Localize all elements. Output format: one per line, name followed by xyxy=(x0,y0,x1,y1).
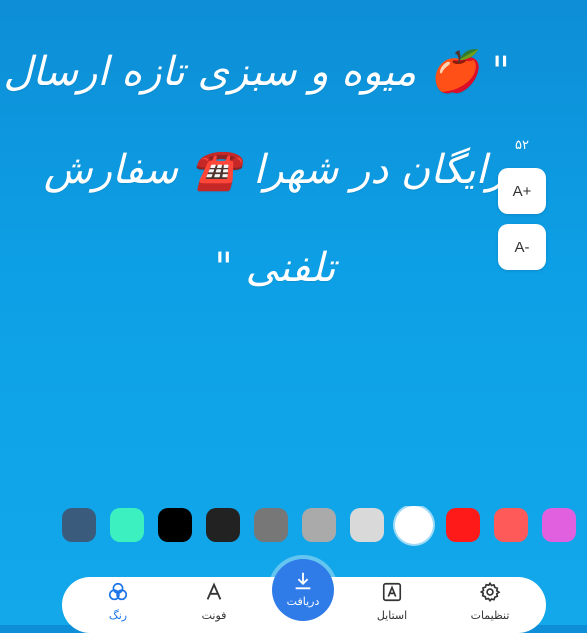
download-button[interactable]: دریافت xyxy=(272,559,334,621)
headline-line-3: تلفنی " xyxy=(214,245,336,291)
nav-color[interactable]: رنگ xyxy=(78,581,158,623)
nav-settings[interactable]: تنظیمات xyxy=(450,581,530,623)
nav-font[interactable]: فونت xyxy=(174,581,254,623)
headline-text[interactable]: " 🍎 میوه و سبزی تازه ارسال رایگان در شهر… xyxy=(3,49,510,346)
color-swatch-black[interactable] xyxy=(158,508,192,542)
color-swatch-row xyxy=(0,506,587,546)
color-swatch-silver[interactable] xyxy=(302,508,336,542)
nav-color-label: رنگ xyxy=(108,609,128,622)
download-label: دریافت xyxy=(286,595,320,608)
download-icon xyxy=(292,570,314,592)
color-swatch-slate[interactable] xyxy=(62,508,96,542)
color-swatch-charcoal[interactable] xyxy=(206,508,240,542)
color-swatch-red[interactable] xyxy=(446,508,480,542)
headline-line-1: " 🍎 میوه و سبزی تازه ارسال xyxy=(3,49,510,95)
color-swatch-gray[interactable] xyxy=(254,508,288,542)
decrease-font-button[interactable]: A- xyxy=(498,224,546,270)
nav-style[interactable]: استایل xyxy=(352,581,432,623)
color-palette-icon xyxy=(78,581,158,605)
nav-font-label: فونت xyxy=(201,609,227,622)
increase-font-button[interactable]: A+ xyxy=(498,168,546,214)
color-swatch-pink[interactable] xyxy=(542,508,576,542)
nav-settings-label: تنظیمات xyxy=(470,609,510,622)
style-icon xyxy=(352,581,432,605)
color-swatch-aqua[interactable] xyxy=(110,508,144,542)
color-swatch-light-gray[interactable] xyxy=(350,508,384,542)
nav-style-label: استایل xyxy=(376,609,408,622)
font-size-value: ۵۲ xyxy=(515,138,529,153)
gear-icon xyxy=(450,581,530,605)
font-icon xyxy=(174,581,254,605)
color-swatch-light-red[interactable] xyxy=(494,508,528,542)
headline-line-2: رایگان در شهرا ☎️ سفارش xyxy=(43,147,507,193)
color-swatch-white[interactable] xyxy=(395,506,433,544)
